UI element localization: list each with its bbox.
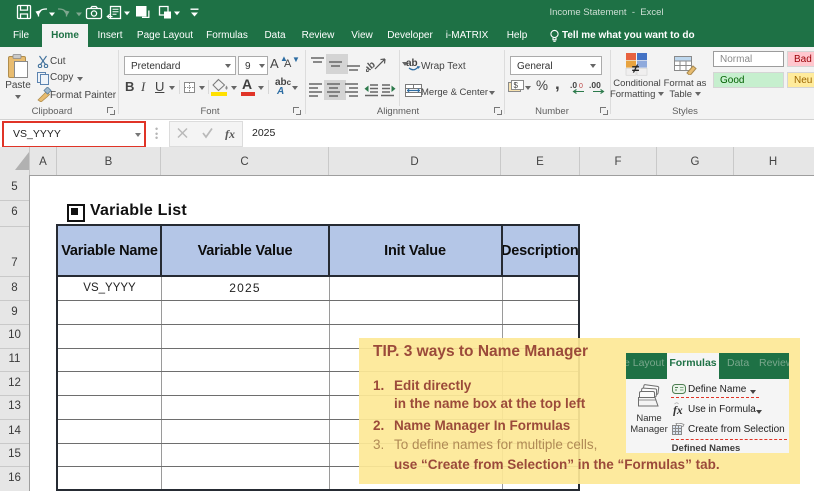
svg-text:ab: ab <box>406 58 418 69</box>
svg-text:ab: ab <box>366 59 378 72</box>
svg-text:.0: .0 <box>570 80 577 90</box>
svg-text:≠: ≠ <box>632 61 639 76</box>
svg-text:0: 0 <box>579 83 583 90</box>
svg-text:$: $ <box>514 81 519 90</box>
svg-text:fx: fx <box>225 127 235 140</box>
svg-text:.00: .00 <box>589 80 601 90</box>
svg-text:fx: fx <box>673 405 683 416</box>
